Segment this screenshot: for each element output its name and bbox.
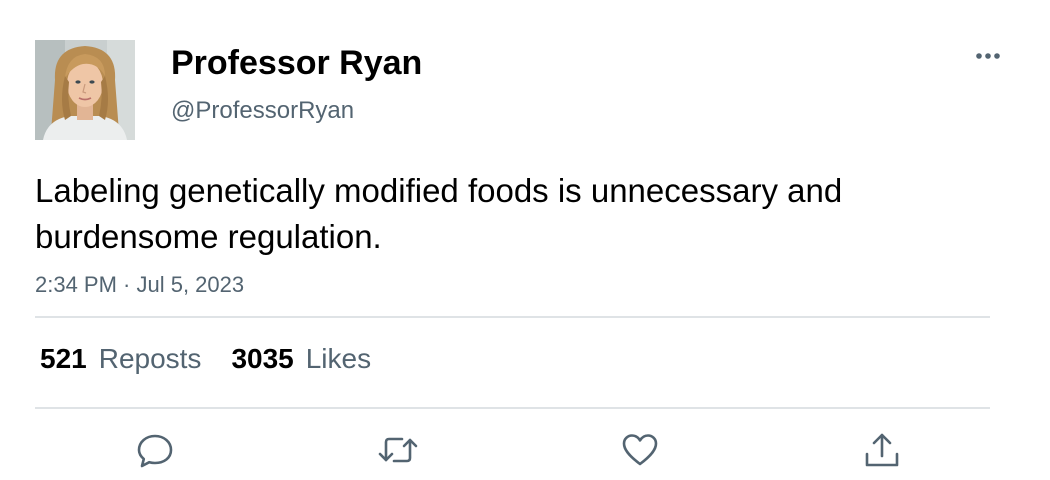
share-button[interactable] bbox=[860, 428, 904, 472]
display-name[interactable]: Professor Ryan bbox=[171, 42, 422, 84]
reposts-stat[interactable]: 521 Reposts bbox=[40, 340, 201, 378]
engagement-stats: 521 Reposts 3035 Likes bbox=[40, 340, 371, 378]
divider bbox=[35, 316, 990, 318]
reposts-count: 521 bbox=[40, 343, 87, 374]
user-handle[interactable]: @ProfessorRyan bbox=[171, 96, 354, 126]
tweet-timestamp[interactable]: 2:34 PM · Jul 5, 2023 bbox=[35, 270, 244, 300]
reply-button[interactable] bbox=[133, 428, 177, 472]
avatar[interactable] bbox=[35, 40, 135, 140]
repost-arrows-icon bbox=[378, 437, 418, 463]
likes-stat[interactable]: 3035 Likes bbox=[231, 340, 371, 378]
repost-button[interactable] bbox=[376, 428, 420, 472]
speech-bubble-icon bbox=[137, 434, 173, 468]
reposts-label: Reposts bbox=[98, 343, 202, 374]
avatar-photo bbox=[35, 40, 135, 140]
divider bbox=[35, 407, 990, 409]
share-upload-icon bbox=[865, 433, 899, 467]
more-options-button[interactable] bbox=[966, 42, 1010, 70]
like-button[interactable] bbox=[618, 428, 662, 472]
likes-label: Likes bbox=[305, 343, 372, 374]
tweet-text: Labeling genetically modified foods is u… bbox=[35, 172, 843, 255]
heart-icon bbox=[622, 434, 658, 466]
likes-count: 3035 bbox=[231, 343, 294, 374]
ellipsis-icon bbox=[976, 53, 1000, 59]
